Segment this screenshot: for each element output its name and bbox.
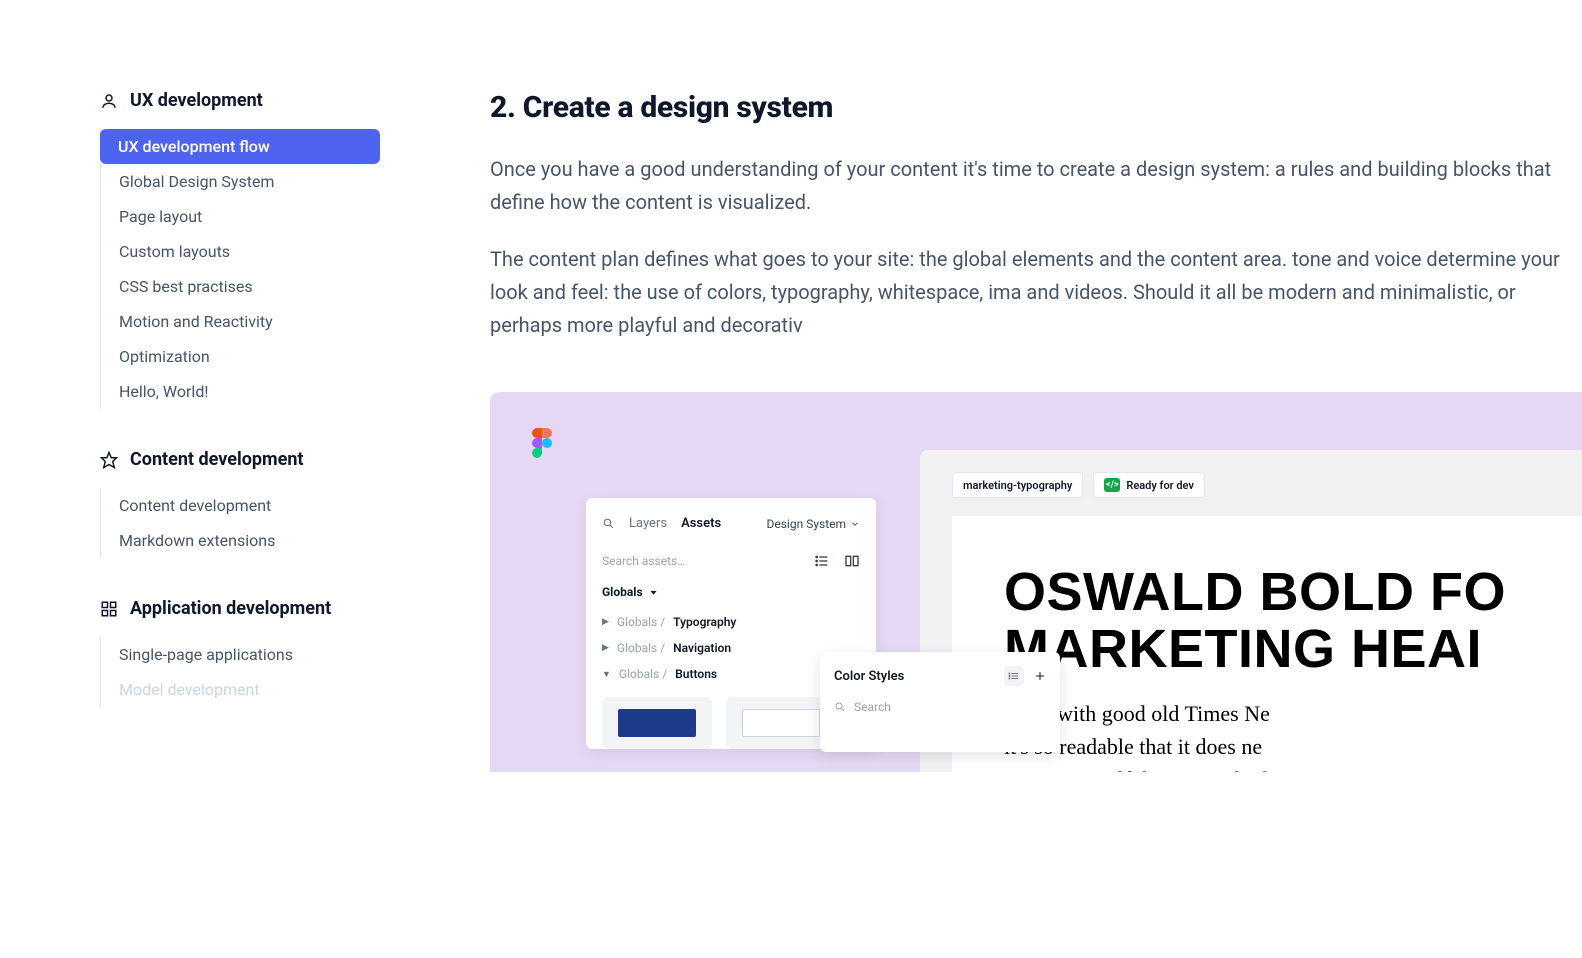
star-icon: [100, 451, 118, 469]
nav-section-ux: UX development UX development flow Globa…: [100, 90, 380, 409]
nav-item-css-best[interactable]: CSS best practises: [101, 269, 380, 304]
search-icon: [602, 517, 615, 530]
dev-mode-icon: </>: [1104, 478, 1120, 492]
caret-down-icon: [649, 588, 658, 597]
list-icon[interactable]: [1004, 666, 1024, 686]
article-para-2: The content plan defines what goes to yo…: [490, 243, 1582, 342]
color-search-input[interactable]: Search: [834, 700, 1046, 714]
article-para-1: Once you have a good understanding of yo…: [490, 153, 1582, 219]
nav-item-hello-world[interactable]: Hello, World!: [101, 374, 380, 409]
nav-item-motion[interactable]: Motion and Reactivity: [101, 304, 380, 339]
article-heading: 2. Create a design system: [490, 90, 1582, 125]
nav-section-content: Content development Content development …: [100, 449, 380, 558]
tab-layers[interactable]: Layers: [629, 516, 667, 531]
color-styles-title: Color Styles: [834, 669, 904, 684]
nav-item-optimization[interactable]: Optimization: [101, 339, 380, 374]
sidebar-nav: UX development UX development flow Globa…: [100, 90, 380, 772]
nav-section-title: Application development: [130, 598, 331, 619]
nav-header-ux: UX development: [100, 90, 380, 111]
nav-item-custom-layouts[interactable]: Custom layouts: [101, 234, 380, 269]
artboard-headline: OSWALD BOLD FO MARKETING HEAI: [1004, 564, 1582, 677]
tree-item-typography[interactable]: ▶Globals / Typography: [602, 609, 860, 635]
search-assets-input[interactable]: Search assets…: [602, 554, 685, 568]
tab-assets[interactable]: Assets: [681, 516, 721, 531]
nav-header-app: Application development: [100, 598, 380, 619]
user-icon: [100, 92, 118, 110]
nav-item-page-layout[interactable]: Page layout: [101, 199, 380, 234]
nav-section-title: Content development: [130, 449, 304, 470]
nav-header-content: Content development: [100, 449, 380, 470]
search-icon: [834, 701, 846, 713]
chip-frame-name: marketing-typography: [952, 472, 1083, 498]
chip-ready-for-dev: </> Ready for dev: [1093, 472, 1205, 498]
nav-item-global-design[interactable]: Global Design System: [101, 164, 380, 199]
nav-item-markdown-ext[interactable]: Markdown extensions: [101, 523, 380, 558]
mock-color-styles-panel: Color Styles Search: [820, 652, 1060, 752]
nav-item-ux-flow[interactable]: UX development flow: [101, 129, 380, 164]
nav-item-spa[interactable]: Single-page applications: [101, 637, 380, 672]
nav-section-app: Application development Single-page appl…: [100, 598, 380, 707]
nav-item-content-dev[interactable]: Content development: [101, 488, 380, 523]
article-main: 2. Create a design system Once you have …: [490, 90, 1582, 772]
nav-item-model-dev[interactable]: Model development: [101, 672, 380, 707]
list-view-icon[interactable]: [814, 553, 830, 569]
component-card-primary[interactable]: [602, 697, 712, 749]
chevron-down-icon: [850, 519, 860, 529]
nav-list-app: Single-page applications Model developme…: [100, 637, 380, 707]
figure-design-system: marketing-typography </> Ready for dev O…: [490, 392, 1582, 772]
artboard-body: dings with good old Times Ne it's so rea…: [1004, 697, 1582, 772]
globals-header[interactable]: Globals: [586, 581, 876, 609]
nav-list-ux: UX development flow Global Design System…: [100, 129, 380, 409]
nav-list-content: Content development Markdown extensions: [100, 488, 380, 558]
plus-icon[interactable]: [1034, 670, 1046, 682]
figma-logo-icon: [532, 428, 552, 458]
dropdown-design-system[interactable]: Design System: [767, 517, 861, 531]
book-icon[interactable]: [844, 553, 860, 569]
grid-icon: [100, 600, 118, 618]
nav-section-title: UX development: [130, 90, 263, 111]
bottom-fade: [0, 878, 1582, 958]
